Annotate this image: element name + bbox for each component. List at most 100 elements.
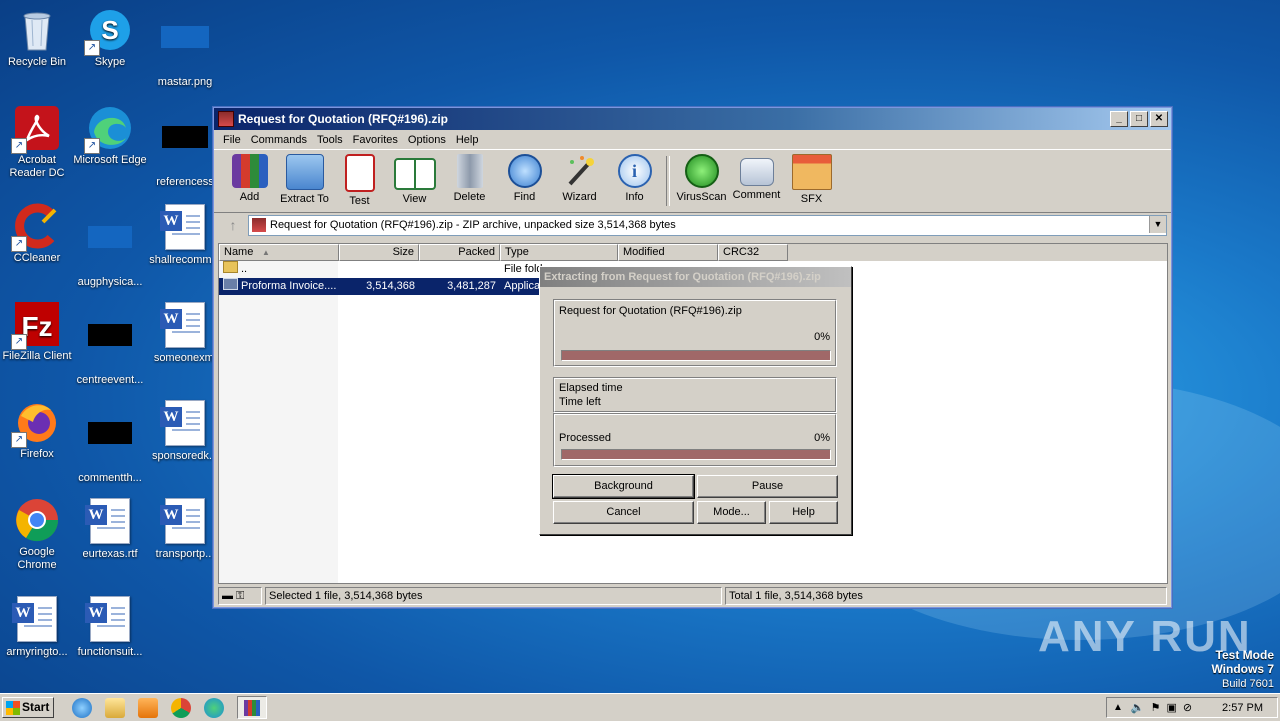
elapsed-time-label: Elapsed time — [559, 382, 623, 394]
desktop-icon-label: Skype — [94, 56, 126, 68]
menu-commands[interactable]: Commands — [246, 134, 312, 146]
menu-file[interactable]: File — [218, 134, 246, 146]
shortcut-arrow-icon: ↗ — [11, 334, 27, 350]
desktop-icon-chrome[interactable]: Google Chrome — [0, 496, 74, 572]
desktop-icon-label: Google Chrome — [17, 546, 57, 571]
os-label: Windows 7 — [1211, 662, 1274, 676]
add-button[interactable]: Add — [222, 150, 277, 203]
desktop-icon-recycle-bin[interactable]: Recycle Bin — [0, 6, 74, 69]
chrome-taskbar-icon[interactable] — [171, 697, 191, 718]
action-center-icon[interactable]: ⚑ — [1151, 701, 1161, 714]
drive-key-icon[interactable]: ▬ ⚿ — [218, 587, 262, 605]
desktop-icon-label: Microsoft Edge — [73, 154, 147, 166]
word-document-icon: W — [160, 302, 209, 350]
desktop-icon-armyringto[interactable]: W armyringto... — [0, 594, 74, 659]
desktop-icon-label: transportp... — [155, 548, 215, 560]
desktop-icon-label: augphysica... — [77, 276, 143, 288]
desktop-icon-skype[interactable]: S ↗ Skype — [73, 6, 147, 69]
menu-favorites[interactable]: Favorites — [348, 134, 403, 146]
mode-button[interactable]: Mode... — [697, 501, 766, 524]
winrar-taskbar-button[interactable] — [237, 696, 267, 719]
pause-button[interactable]: Pause — [697, 475, 838, 498]
close-button[interactable]: ✕ — [1150, 111, 1168, 127]
menu-tools[interactable]: Tools — [312, 134, 348, 146]
desktop-icon-label: commentth... — [78, 472, 142, 484]
column-name[interactable]: Name ▲ — [219, 244, 339, 261]
trash-icon — [456, 154, 483, 188]
desktop-icon-firefox[interactable]: ↗ Firefox — [0, 398, 74, 461]
column-modified[interactable]: Modified — [618, 244, 718, 261]
volume-icon[interactable]: 🔈 — [1131, 701, 1145, 714]
media-player-icon[interactable] — [138, 697, 158, 718]
window-titlebar[interactable]: Request for Quotation (RFQ#196).zip _ □ … — [214, 108, 1171, 130]
delete-button[interactable]: Delete — [442, 150, 497, 203]
sfx-button[interactable]: SFX — [784, 150, 839, 205]
comment-icon — [739, 158, 774, 186]
up-arrow-icon[interactable]: ↑ — [218, 217, 248, 233]
view-button[interactable]: View — [387, 150, 442, 205]
network-icon[interactable]: ▣ — [1166, 701, 1176, 714]
archive-percent: 0% — [814, 331, 830, 343]
desktop-icon-referencess[interactable]: referencess — [148, 104, 222, 189]
desktop-icon-sponsoredk[interactable]: W sponsoredk... — [148, 398, 222, 463]
desktop-icon-augphysica[interactable]: augphysica... — [73, 202, 147, 289]
show-hidden-icons-icon[interactable]: ▲ — [1113, 702, 1123, 713]
internet-explorer-icon[interactable] — [72, 697, 92, 718]
cancel-button[interactable]: Cancel — [553, 501, 694, 524]
find-button[interactable]: Find — [497, 150, 552, 203]
test-button[interactable]: Test — [332, 150, 387, 207]
chevron-down-icon[interactable]: ▼ — [1149, 215, 1166, 233]
time-group: Elapsed time Time left — [553, 377, 837, 413]
menu-bar: File Commands Tools Favorites Options He… — [214, 130, 1171, 149]
background-button[interactable]: Background — [552, 474, 695, 499]
extract-to-button[interactable]: Extract To — [277, 150, 332, 205]
wizard-button[interactable]: Wizard — [552, 150, 607, 203]
minimize-button[interactable]: _ — [1110, 111, 1128, 127]
help-button[interactable]: Help — [769, 501, 838, 524]
desktop-icon-mastar[interactable]: mastar.png — [148, 6, 222, 89]
desktop-icon-someonexml[interactable]: W someonexml — [148, 300, 222, 365]
processed-progress-bar — [561, 449, 831, 460]
processed-percent: 0% — [814, 432, 830, 444]
view-label: View — [402, 193, 427, 205]
error-icon[interactable]: ⊘ — [1183, 701, 1192, 714]
menu-help[interactable]: Help — [451, 134, 484, 146]
desktop-icon-commentth[interactable]: commentth... — [73, 398, 147, 485]
address-bar: ↑ Request for Quotation (RFQ#196).zip - … — [214, 213, 1171, 237]
path-field[interactable]: Request for Quotation (RFQ#196).zip - ZI… — [248, 214, 1167, 236]
comment-button[interactable]: Comment — [729, 150, 784, 201]
desktop-icon-transportp[interactable]: W transportp... — [148, 496, 222, 561]
desktop-icon-acrobat[interactable]: ↗ Acrobat Reader DC — [0, 104, 74, 180]
edge-taskbar-icon[interactable] — [204, 697, 224, 718]
desktop-icon-label: shallrecomm... — [149, 254, 221, 266]
extract-progress-dialog[interactable]: Extracting from Request for Quotation (R… — [539, 266, 852, 535]
column-crc32[interactable]: CRC32 — [718, 244, 788, 261]
start-button[interactable]: Start — [2, 697, 54, 718]
menu-options[interactable]: Options — [403, 134, 451, 146]
desktop-icon-centreevent[interactable]: centreevent... — [73, 300, 147, 387]
info-button[interactable]: i Info — [607, 150, 662, 203]
skype-icon: S ↗ — [84, 6, 134, 56]
desktop-icon-functionsuit[interactable]: W functionsuit... — [73, 594, 147, 659]
find-label: Find — [513, 191, 536, 203]
maximize-button[interactable]: □ — [1130, 111, 1148, 127]
word-document-icon: W — [85, 596, 134, 644]
dialog-title[interactable]: Extracting from Request for Quotation (R… — [540, 267, 851, 287]
clock[interactable]: 2:57 PM — [1222, 702, 1263, 714]
desktop-icon-ccleaner[interactable]: ↗ CCleaner — [0, 202, 74, 265]
winrar-icon — [218, 111, 234, 127]
add-icon — [231, 154, 268, 188]
build-label: Build 7601 — [1222, 678, 1274, 690]
file-explorer-icon[interactable] — [105, 697, 125, 718]
column-packed[interactable]: Packed — [419, 244, 500, 261]
desktop-icon-filezilla[interactable]: Fz ↗ FileZilla Client — [0, 300, 74, 363]
file-icon — [86, 226, 134, 274]
word-document-icon: W — [85, 498, 134, 546]
filezilla-icon: Fz ↗ — [11, 300, 61, 350]
desktop-icon-shallrecomm[interactable]: W shallrecomm... — [148, 202, 222, 267]
desktop-icon-eurtexas[interactable]: W eurtexas.rtf — [73, 496, 147, 561]
virusscan-button[interactable]: VirusScan — [674, 150, 729, 203]
column-size[interactable]: Size — [339, 244, 419, 261]
desktop-icon-edge[interactable]: ↗ Microsoft Edge — [73, 104, 147, 167]
column-type[interactable]: Type — [500, 244, 618, 261]
